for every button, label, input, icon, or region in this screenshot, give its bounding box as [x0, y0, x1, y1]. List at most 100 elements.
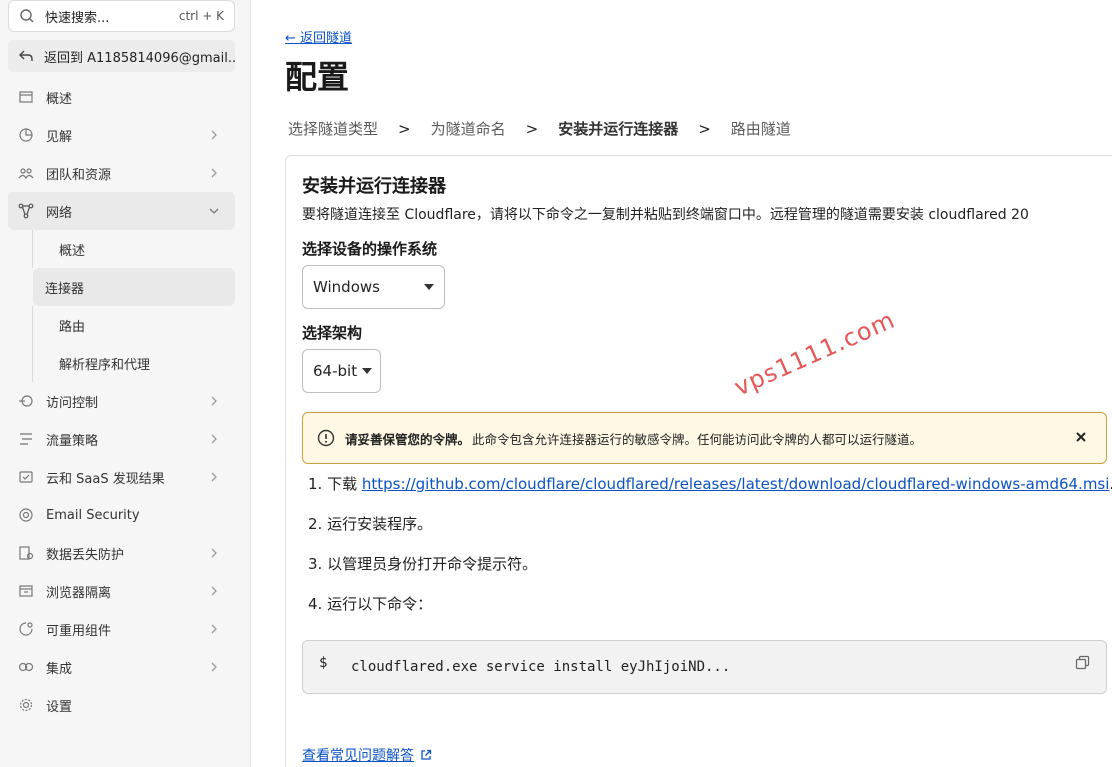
cloud-icon: [19, 471, 33, 483]
os-label: 选择设备的操作系统: [302, 240, 438, 258]
search-shortcut: ctrl + K: [178, 9, 224, 23]
sidebar-item-label: Email Security: [46, 507, 140, 523]
sidebar-item-label: 访问控制: [46, 395, 99, 411]
search-box[interactable]: 快速搜索... ctrl + K: [8, 0, 235, 32]
page-title: 配置: [285, 58, 350, 96]
sidebar-item-access[interactable]: 访问控制: [8, 382, 235, 420]
copy-icon[interactable]: [1075, 655, 1090, 670]
sidebar-item-label: 设置: [46, 699, 73, 715]
sidebar-item-label: 流量策略: [46, 433, 99, 449]
sidebar-item-email-security[interactable]: Email Security: [8, 496, 235, 534]
step-separator: >: [398, 119, 411, 138]
chevron-right-icon: [211, 396, 217, 406]
sidebar-item-label: 可重用组件: [46, 623, 112, 639]
sidebar-item-label: 团队和资源: [46, 167, 112, 183]
chevron-right-icon: [211, 472, 217, 482]
arch-label: 选择架构: [302, 324, 363, 342]
sidebar-item-settings[interactable]: 设置: [8, 686, 235, 724]
code-command[interactable]: cloudflared.exe service install eyJhIjoi…: [351, 659, 730, 675]
sidebar-item-label: 集成: [46, 661, 73, 677]
command-code-block[interactable]: $ cloudflared.exe service install eyJhIj…: [302, 640, 1107, 694]
sidebar-item-browser-isolation[interactable]: 浏览器隔离: [8, 572, 235, 610]
back-to-account-label: 返回到 A1185814096@gmail...: [44, 50, 235, 66]
chevron-right-icon: [211, 586, 217, 596]
faq-link-label: 查看常见问题解答: [302, 748, 414, 764]
step-separator: >: [525, 119, 539, 138]
sidebar-item-insights[interactable]: 见解: [8, 116, 235, 154]
chevron-right-icon: [211, 130, 217, 140]
subnav-item-routes[interactable]: 路由: [32, 306, 235, 344]
os-select-value: Windows: [313, 278, 380, 296]
sidebar-item-label: 概述: [46, 91, 73, 107]
back-to-tunnels-link[interactable]: ← 返回隧道: [285, 27, 352, 46]
subnav-item-overview[interactable]: 概述: [32, 230, 235, 268]
chevron-right-icon: [211, 662, 217, 672]
sidebar-item-label: 见解: [46, 129, 73, 145]
insights-icon: [19, 128, 33, 142]
step1-prefix: 1. 下载: [308, 475, 362, 493]
faq-link[interactable]: 查看常见问题解答: [302, 745, 432, 765]
install-step-4: 4. 运行以下命令：: [308, 595, 433, 613]
external-link-icon: [421, 749, 432, 760]
overview-icon: [19, 91, 33, 103]
dlp-icon: [19, 546, 34, 560]
wizard-step-route-tunnel[interactable]: 路由隧道: [731, 118, 791, 139]
step-separator: >: [698, 119, 711, 138]
card-description: 要将隧道连接至 Cloudflare，请将以下命令之一复制并粘贴到终端窗口中。远…: [302, 207, 1029, 223]
sidebar-item-overview[interactable]: 概述: [8, 78, 235, 116]
sidebar-item-label: 云和 SaaS 发现结果: [46, 471, 165, 487]
arch-select[interactable]: 64-bit: [302, 349, 381, 393]
chevron-right-icon: [211, 548, 217, 558]
network-icon: [18, 203, 34, 219]
sidebar-item-cloud-saas[interactable]: 云和 SaaS 发现结果: [8, 458, 235, 496]
card-title: 安装并运行连接器: [302, 176, 446, 197]
warning-bold-text: 请妥善保管您的令牌。: [345, 431, 471, 447]
browser-icon: [19, 585, 33, 597]
code-prompt: $: [319, 655, 328, 671]
wizard-step-name-tunnel[interactable]: 为隧道命名: [431, 118, 506, 139]
sidebar-item-team[interactable]: 团队和资源: [8, 154, 235, 192]
gear-icon: [19, 698, 33, 712]
arch-select-value: 64-bit: [313, 362, 358, 380]
search-placeholder: 快速搜索...: [45, 10, 110, 26]
access-icon: [19, 395, 33, 407]
subnav-item-connectors[interactable]: 连接器: [33, 268, 235, 306]
install-step-2: 2. 运行安装程序。: [308, 515, 433, 533]
sidebar-item-label: 数据丢失防护: [46, 547, 125, 563]
install-steps: 1. 下载 https://github.com/cloudflare/clou…: [308, 472, 1112, 632]
token-warning-banner: 请妥善保管您的令牌。 此命令包含允许连接器运行的敏感令牌。任何能访问此令牌的人都…: [302, 412, 1107, 464]
wizard-step-select-type[interactable]: 选择隧道类型: [288, 118, 378, 139]
sidebar-item-integrations[interactable]: 集成: [8, 648, 235, 686]
warning-icon: [317, 429, 335, 447]
warning-text: 此命令包含允许连接器运行的敏感令牌。任何能访问此令牌的人都可以运行隧道。: [472, 431, 923, 447]
sidebar: 快速搜索... ctrl + K 返回到 A1185814096@gmail..…: [0, 0, 251, 767]
caret-down-icon: [362, 368, 372, 374]
sidebar-item-label: 浏览器隔离: [46, 585, 112, 601]
install-step-3: 3. 以管理员身份打开命令提示符。: [308, 555, 538, 573]
email-icon: [19, 508, 33, 522]
chevron-right-icon: [211, 168, 217, 178]
install-step-1: 1. 下载 https://github.com/cloudflare/clou…: [308, 472, 1112, 512]
back-arrow-icon: [19, 50, 33, 61]
chevron-down-icon: [209, 208, 219, 214]
integration-icon: [18, 662, 34, 672]
sidebar-item-reusable-components[interactable]: 可重用组件: [8, 610, 235, 648]
install-connector-card: 安装并运行连接器 要将隧道连接至 Cloudflare，请将以下命令之一复制并粘…: [285, 155, 1112, 767]
os-select[interactable]: Windows: [302, 265, 445, 309]
sidebar-nav: 概述 见解 团队和资源 网络 概述 连接器 路由 解析程序和代理 访问控制 流量…: [8, 78, 235, 724]
search-icon: [20, 9, 34, 23]
component-icon: [19, 622, 33, 636]
sidebar-item-label: 网络: [46, 205, 73, 221]
subnav-item-resolvers[interactable]: 解析程序和代理: [32, 344, 235, 382]
chevron-right-icon: [211, 434, 217, 444]
team-icon: [18, 168, 34, 180]
sidebar-item-network[interactable]: 网络: [8, 192, 235, 230]
download-msi-link[interactable]: https://github.com/cloudflare/cloudflare…: [362, 475, 1110, 493]
sidebar-item-dlp[interactable]: 数据丢失防护: [8, 534, 235, 572]
wizard-step-install-connector[interactable]: 安装并运行连接器: [558, 118, 678, 139]
traffic-icon: [20, 433, 32, 445]
back-to-account-button[interactable]: 返回到 A1185814096@gmail...: [8, 40, 235, 72]
sidebar-item-traffic[interactable]: 流量策略: [8, 420, 235, 458]
caret-down-icon: [424, 284, 434, 290]
close-icon[interactable]: [1074, 430, 1088, 444]
